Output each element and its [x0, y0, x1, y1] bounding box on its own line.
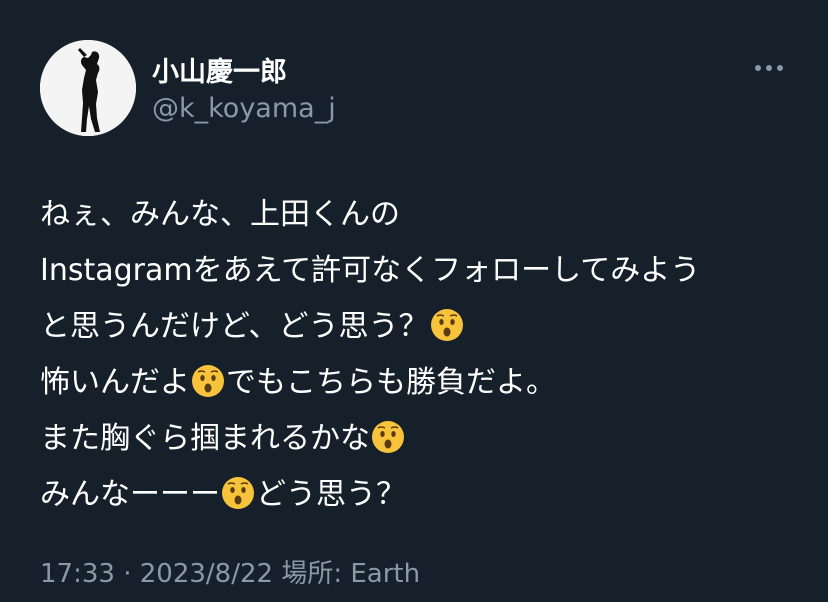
tweet-metadata: 17:33 · 2023/8/22 場所: Earth — [40, 553, 420, 590]
tweet-line: 怖いんだよ でもこちらも勝負だよ。 — [40, 355, 800, 411]
display-name[interactable]: 小山慶一郎 — [152, 50, 287, 89]
tweet-text-segment: みんなーーー — [40, 477, 220, 512]
user-handle[interactable]: @k_koyama_j — [152, 93, 336, 124]
tweet-line: Instagramをあえて許可なくフォローしてみよう — [40, 243, 800, 299]
tweet-text-segment: ねぇ、みんな、上田くんの — [40, 197, 400, 232]
hushed-face-emoji-icon — [371, 420, 405, 454]
hushed-face-emoji-icon — [221, 476, 255, 510]
tweet-line: ねぇ、みんな、上田くんの — [40, 187, 800, 243]
tweet-date[interactable]: 2023/8/22 — [140, 559, 273, 589]
tweet-card: 小山慶一郎 @k_koyama_j ねぇ、みんな、上田くんの Instagram… — [0, 0, 828, 602]
profile-silhouette-icon — [40, 40, 136, 136]
more-options-button[interactable] — [750, 56, 788, 80]
tweet-text-segment: と思うんだけど、どう思う？ — [40, 309, 429, 344]
hushed-face-emoji-icon — [430, 308, 464, 342]
tweet-line: と思うんだけど、どう思う？ — [40, 299, 800, 355]
avatar[interactable] — [40, 40, 136, 136]
tweet-time[interactable]: 17:33 — [40, 559, 115, 589]
tweet-text-segment: 怖いんだよ — [40, 365, 190, 400]
tweet-line: みんなーーー どう思う？ — [40, 467, 800, 523]
tweet-text: ねぇ、みんな、上田くんの Instagramをあえて許可なくフォローしてみよう … — [40, 187, 800, 523]
tweet-text-segment: Instagramをあえて許可なくフォローしてみよう — [40, 253, 701, 288]
hushed-face-emoji-icon — [191, 364, 225, 398]
tweet-text-segment: どう思う？ — [256, 477, 406, 512]
meta-separator: · — [123, 559, 132, 589]
tweet-text-segment: また胸ぐら掴まれるかな — [40, 421, 370, 456]
tweet-line: また胸ぐら掴まれるかな — [40, 411, 800, 467]
ellipsis-icon — [755, 65, 783, 71]
tweet-text-segment: でもこちらも勝負だよ。 — [226, 365, 556, 400]
tweet-location[interactable]: Earth — [350, 559, 420, 589]
location-label: 場所: — [281, 559, 343, 589]
